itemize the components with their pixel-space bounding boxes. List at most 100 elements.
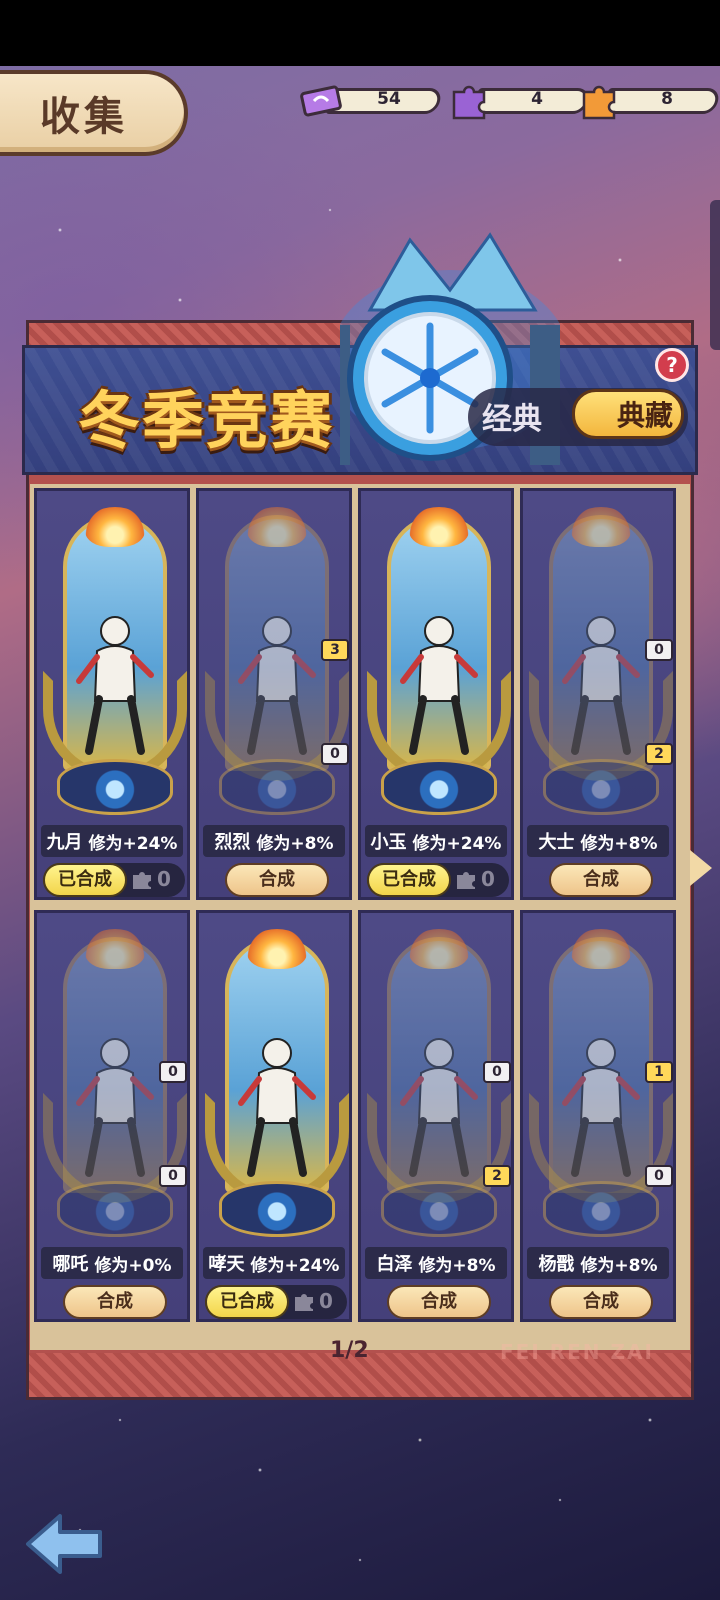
compose-button[interactable]: 合成 <box>387 1285 491 1319</box>
snowflake-pedestal-icon <box>543 759 659 815</box>
piece-count-badge: 1 <box>645 1061 673 1083</box>
card-name-bar: 白泽 修为+8% <box>365 1247 507 1279</box>
piece-count-badge: 0 <box>159 1165 187 1187</box>
help-button[interactable]: ? <box>655 348 689 382</box>
card-name-bar: 哪吒 修为+0% <box>41 1247 183 1279</box>
athlete-figure <box>400 616 478 755</box>
currency-value: 8 <box>661 89 673 109</box>
card-name-bar: 哮天 修为+24% <box>203 1247 345 1279</box>
piece-count-badge: 0 <box>483 1061 511 1083</box>
status-bar <box>0 0 720 66</box>
character-card[interactable]: 0 2 大士 修为+8% 合成 <box>520 488 676 900</box>
piece-count: 0 <box>481 867 495 891</box>
character-name: 哮天 <box>208 1254 245 1275</box>
character-card[interactable]: 3 0 烈烈 修为+8% 合成 <box>196 488 352 900</box>
character-name: 大士 <box>538 832 575 853</box>
torch-flame-icon <box>571 929 631 969</box>
character-name: 白泽 <box>376 1254 413 1275</box>
card-name-bar: 小玉 修为+24% <box>365 825 507 857</box>
piece-count-badge: 2 <box>645 743 673 765</box>
card-name-bar: 九月 修为+24% <box>41 825 183 857</box>
cultivation-bonus: 修为+8% <box>580 833 658 854</box>
cultivation-bonus: 修为+8% <box>418 1255 496 1276</box>
piece-count-badge: 0 <box>159 1061 187 1083</box>
torch-flame-icon <box>247 507 307 547</box>
currency-value: 54 <box>377 89 401 109</box>
character-name: 杨戬 <box>538 1254 575 1275</box>
cultivation-bonus: 修为+24% <box>250 1255 340 1276</box>
card-name-bar: 杨戬 修为+8% <box>527 1247 669 1279</box>
snowflake-pedestal-icon <box>543 1181 659 1237</box>
character-card[interactable]: 1 0 杨戬 修为+8% 合成 <box>520 910 676 1322</box>
page-indicator: 1/2 <box>330 1338 369 1363</box>
cultivation-bonus: 修为+0% <box>94 1255 172 1276</box>
mode-classic-tab[interactable]: 经典 <box>482 394 542 438</box>
compose-button[interactable]: 合成 <box>549 863 653 897</box>
page-title: 收集 <box>40 94 128 140</box>
composed-badge: 已合成 <box>43 863 127 897</box>
character-card[interactable]: 九月 修为+24% 已合成 0 <box>34 488 190 900</box>
event-title: 冬季竞赛 <box>78 384 335 457</box>
compose-button[interactable]: 合成 <box>549 1285 653 1319</box>
composed-badge: 已合成 <box>367 863 451 897</box>
snowflake-pedestal-icon <box>381 759 497 815</box>
piece-count: 0 <box>157 867 171 891</box>
back-arrow-icon[interactable] <box>24 1512 106 1576</box>
athlete-figure <box>400 1038 478 1177</box>
piece-count-badge: 0 <box>645 639 673 661</box>
athlete-figure <box>562 1038 640 1177</box>
athlete-figure <box>562 616 640 755</box>
piece-count-badge: 2 <box>483 1165 511 1187</box>
card-name-bar: 大士 修为+8% <box>527 825 669 857</box>
piece-count-badge: 3 <box>321 639 349 661</box>
snowflake-pedestal-icon <box>381 1181 497 1237</box>
torch-flame-icon <box>85 507 145 547</box>
ticket-icon <box>300 85 342 117</box>
piece-count-badge: 0 <box>321 743 349 765</box>
piece-count: 0 <box>319 1289 333 1313</box>
next-page-arrow-icon[interactable] <box>690 850 712 886</box>
torch-flame-icon <box>85 929 145 969</box>
athlete-figure <box>76 1038 154 1177</box>
composed-status: 已合成 0 <box>205 1285 347 1319</box>
compose-button[interactable]: 合成 <box>63 1285 167 1319</box>
orange-puzzle-icon <box>582 85 616 120</box>
piece-count-badge: 0 <box>645 1165 673 1187</box>
compose-button[interactable]: 合成 <box>225 863 329 897</box>
athlete-figure <box>238 616 316 755</box>
athlete-figure <box>238 1038 316 1177</box>
currency-value: 4 <box>531 89 543 109</box>
mode-collection-label: 典藏 <box>616 399 673 432</box>
side-handle[interactable] <box>710 200 720 350</box>
puzzle-piece-icon <box>133 872 151 889</box>
card-name-bar: 烈烈 修为+8% <box>203 825 345 857</box>
purple-puzzle-icon <box>452 85 486 120</box>
collection-tab: 收集 <box>0 70 188 156</box>
character-name: 哪吒 <box>52 1254 89 1275</box>
puzzle-piece-icon <box>295 1294 313 1311</box>
snowflake-pedestal-icon <box>219 1181 335 1237</box>
composed-status: 已合成 0 <box>367 863 509 897</box>
snowflake-pedestal-icon <box>57 1181 173 1237</box>
watermark-text: FEI REN ZAI <box>500 1340 654 1364</box>
character-name: 九月 <box>46 832 83 853</box>
cultivation-bonus: 修为+24% <box>412 833 502 854</box>
character-card[interactable]: 0 2 白泽 修为+8% 合成 <box>358 910 514 1322</box>
character-card[interactable]: 哮天 修为+24% 已合成 0 <box>196 910 352 1322</box>
snowflake-pedestal-icon <box>219 759 335 815</box>
composed-status: 已合成 0 <box>43 863 185 897</box>
cultivation-bonus: 修为+8% <box>256 833 334 854</box>
cultivation-bonus: 修为+24% <box>88 833 178 854</box>
torch-flame-icon <box>409 507 469 547</box>
torch-flame-icon <box>409 929 469 969</box>
cultivation-bonus: 修为+8% <box>580 1255 658 1276</box>
snowflake-pedestal-icon <box>57 759 173 815</box>
character-name: 小玉 <box>370 832 407 853</box>
composed-badge: 已合成 <box>205 1285 289 1319</box>
character-card[interactable]: 0 0 哪吒 修为+0% 合成 <box>34 910 190 1322</box>
puzzle-piece-icon <box>457 872 475 889</box>
character-card[interactable]: 小玉 修为+24% 已合成 0 <box>358 488 514 900</box>
character-name: 烈烈 <box>214 832 251 853</box>
torch-flame-icon <box>247 929 307 969</box>
mode-collection-tab[interactable]: 典藏 <box>572 389 684 439</box>
